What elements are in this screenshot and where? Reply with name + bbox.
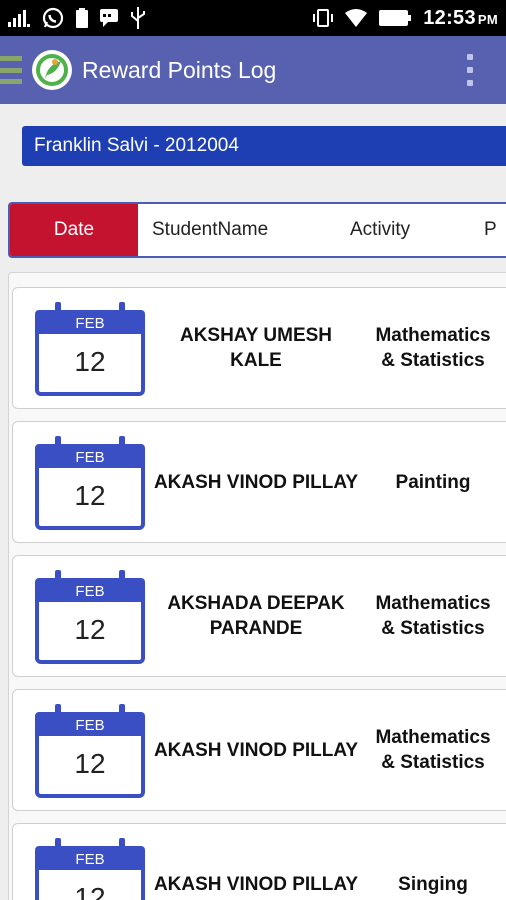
entry-month: FEB [35, 578, 145, 604]
entry-activity-line: Singing [398, 873, 468, 895]
entry-activity-line: Mathematics [375, 325, 491, 346]
signal-icon [8, 10, 30, 27]
entry-activity: Mathematics & Statistics [365, 690, 501, 810]
calendar-icon: FEB 12 [35, 704, 145, 798]
entry-activity-line: Mathematics [375, 593, 491, 614]
list-item[interactable]: FEB 12 AKASH VINOD PILLAY Mathematics & Stat… [12, 689, 506, 811]
entry-student-name: AKASH VINOD PILLAY [149, 824, 363, 900]
entry-month: FEB [35, 846, 145, 872]
entry-day: 12 [35, 736, 145, 798]
page-title: Reward Points Log [82, 56, 277, 83]
entry-student-name: AKSHADA DEEPAK PARANDE [149, 556, 363, 676]
student-selector[interactable]: Franklin Salvi - 2012004 [22, 126, 506, 166]
entry-month: FEB [35, 444, 145, 470]
calendar-icon: FEB 12 [35, 302, 145, 396]
entry-activity: Mathematics & Statistics [365, 556, 501, 676]
entry-student-name-line: PARANDE [209, 618, 303, 639]
entry-student-name-line: KALE [230, 350, 282, 371]
calendar-icon: FEB 12 [35, 838, 145, 900]
clock-time: 12:53 [423, 6, 476, 29]
tab-points[interactable]: P [468, 204, 497, 256]
student-selector-value: Franklin Salvi - 2012004 [34, 135, 239, 156]
list-item[interactable]: FEB 12 AKASH VINOD PILLAY Painting [12, 421, 506, 543]
tab-date[interactable]: Date [10, 204, 138, 256]
message-icon [100, 9, 118, 27]
list-item[interactable]: FEB 12 AKASH VINOD PILLAY Singing [12, 823, 506, 900]
entry-day: 12 [35, 468, 145, 530]
vibrate-icon [313, 9, 334, 27]
entry-student-name: AKASH VINOD PILLAY [149, 690, 363, 810]
calendar-icon: FEB 12 [35, 436, 145, 530]
whatsapp-icon [42, 7, 64, 29]
clock: 12:53 PM [423, 7, 498, 30]
entry-activity-line: Mathematics [375, 727, 491, 748]
entry-student-name: AKSHAY UMESH KALE [149, 288, 363, 408]
battery-icon [379, 10, 412, 26]
column-tabs: Date StudentName Activity P [8, 202, 506, 258]
app-bar: Reward Points Log [0, 36, 506, 104]
tab-points-label: P [484, 219, 497, 240]
entry-student-name-line: AKASH VINOD PILLAY [153, 471, 359, 493]
entry-student-name-line: AKSHAY UMESH [179, 325, 333, 346]
clock-ampm: PM [477, 11, 498, 27]
tab-student-name[interactable]: StudentName [138, 204, 308, 256]
entry-activity-line: & Statistics [381, 350, 485, 371]
entry-month: FEB [35, 712, 145, 738]
wifi-icon [345, 9, 368, 27]
entry-month: FEB [35, 310, 145, 336]
list-item[interactable]: FEB 12 AKSHAY UMESH KALE Mathematics & Statis… [12, 287, 506, 409]
entry-day: 12 [35, 870, 145, 900]
entry-activity-line: & Statistics [381, 752, 485, 773]
entry-activity: Painting [365, 422, 501, 542]
tab-date-label: Date [53, 219, 95, 240]
list-item[interactable]: FEB 12 AKSHADA DEEPAK PARANDE Mathematics & S… [12, 555, 506, 677]
tab-activity-label: Activity [350, 219, 411, 240]
status-bar: 12:53 PM [0, 0, 506, 36]
entry-student-name-line: AKASH VINOD PILLAY [153, 873, 359, 895]
app-logo [32, 50, 72, 90]
tab-student-name-label: StudentName [152, 219, 269, 240]
reward-log-list[interactable]: FEB 12 AKSHAY UMESH KALE Mathematics & Statis… [8, 272, 506, 900]
battery-saver-icon [76, 8, 88, 28]
entry-activity-line: Painting [395, 471, 471, 493]
usb-icon [131, 7, 145, 29]
entry-student-name-line: AKSHADA DEEPAK [167, 593, 345, 614]
entry-activity: Singing [365, 824, 501, 900]
entry-student-name-line: AKASH VINOD PILLAY [153, 739, 359, 761]
entry-activity-line: & Statistics [381, 618, 485, 639]
calendar-icon: FEB 12 [35, 570, 145, 664]
status-bar-right: 12:53 PM [313, 7, 498, 30]
entry-student-name: AKASH VINOD PILLAY [149, 422, 363, 542]
leaf-logo-icon [36, 54, 68, 86]
menu-icon[interactable] [0, 56, 24, 84]
entry-activity: Mathematics & Statistics [365, 288, 501, 408]
tab-activity[interactable]: Activity [308, 204, 468, 256]
overflow-menu-icon[interactable] [466, 54, 474, 86]
entry-day: 12 [35, 602, 145, 664]
entry-day: 12 [35, 334, 145, 396]
status-bar-left [8, 7, 146, 29]
